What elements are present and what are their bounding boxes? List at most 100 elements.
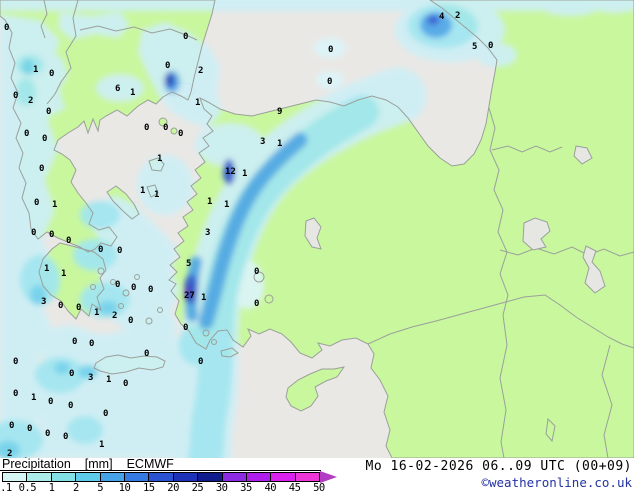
- value-label: 1: [31, 393, 36, 403]
- legend-tick-label: 40: [264, 482, 277, 494]
- value-label: 2: [198, 66, 203, 76]
- legend-tick-label: 25: [191, 482, 204, 494]
- value-label: 0: [183, 32, 188, 42]
- value-label: 0: [144, 123, 149, 133]
- footer-datetime: Mo 16-02-2026 06..09 UTC (00+09): [365, 459, 632, 474]
- value-label: 0: [48, 397, 53, 407]
- value-label: 27: [184, 291, 195, 301]
- value-label: 0: [254, 299, 259, 309]
- value-label: 0: [178, 129, 183, 139]
- value-label: 0: [89, 339, 94, 349]
- legend-tick-label: 45: [288, 482, 301, 494]
- value-label: 0: [327, 77, 332, 87]
- value-label: 0: [63, 432, 68, 442]
- value-label: 6: [115, 84, 120, 94]
- value-label: 0: [39, 164, 44, 174]
- value-label: 0: [31, 228, 36, 238]
- value-label: 0: [198, 357, 203, 367]
- value-label: 2: [112, 311, 117, 321]
- value-label: 0: [98, 245, 103, 255]
- legend-tick-label: 2: [72, 482, 79, 494]
- value-label: 1: [94, 308, 99, 318]
- value-label: 3: [260, 137, 265, 147]
- legend-color-segment: [270, 473, 295, 481]
- legend-color-segment: [50, 473, 76, 481]
- value-label: 1: [52, 200, 57, 210]
- value-label: 5: [186, 259, 191, 269]
- footer-copyright: ©weatheronline.co.uk: [481, 475, 632, 490]
- legend-unit: [mm]: [84, 457, 113, 471]
- legend-color-segment: [123, 473, 149, 481]
- value-label: 0: [13, 91, 18, 101]
- value-label: 1: [130, 88, 135, 98]
- value-label: 1: [277, 139, 282, 149]
- legend-color-segment: [245, 473, 271, 481]
- value-label: 3: [205, 228, 210, 238]
- value-label: 1: [195, 98, 200, 108]
- legend-model: ECMWF: [126, 457, 174, 471]
- value-label: 1: [106, 375, 111, 385]
- value-label: 0: [123, 379, 128, 389]
- legend-color-segment: [221, 473, 246, 481]
- value-label: 0: [9, 421, 14, 431]
- value-label: 0: [27, 424, 32, 434]
- legend-color-segment: [197, 473, 222, 481]
- value-label: 2: [455, 11, 460, 21]
- value-label: 0: [131, 283, 136, 293]
- value-label: 0: [103, 409, 108, 419]
- legend-color-segment: [26, 473, 51, 481]
- precipitation-map: 0 1 0 0 2 0 6 1 0 0 2 1 0 0 9 4 2 5 0 0 0 0 0 1 0 0 0 0 1 1 1 0 0 3 1 12 1 1 1…: [0, 0, 634, 458]
- value-label: 0: [144, 349, 149, 359]
- value-label: 1: [201, 293, 206, 303]
- value-label: 0: [34, 198, 39, 208]
- value-label: 1: [154, 190, 159, 200]
- value-label: 1: [140, 186, 145, 196]
- value-label: 1: [242, 169, 247, 179]
- legend-tick-label: 35: [240, 482, 252, 494]
- value-label: 0: [128, 316, 133, 326]
- value-label: 5: [472, 42, 477, 52]
- value-label: 1: [33, 65, 38, 75]
- value-label: 2: [28, 96, 33, 106]
- value-label: 0: [183, 323, 188, 333]
- value-label: 3: [88, 373, 93, 383]
- value-label: 1: [44, 264, 49, 274]
- value-label: 0: [45, 429, 50, 439]
- legend-underline: [0, 470, 321, 471]
- value-label: 12: [225, 167, 236, 177]
- legend-title: Precipitation: [2, 457, 71, 471]
- legend-tick-label: 0.5: [18, 482, 37, 494]
- legend-colorbar: [2, 472, 320, 482]
- value-label: 0: [42, 134, 47, 144]
- value-label: 0: [66, 236, 71, 246]
- value-label: 1: [157, 154, 162, 164]
- value-label: 0: [46, 107, 51, 117]
- legend-color-segment: [172, 473, 198, 481]
- value-label: 0: [328, 45, 333, 55]
- legend-bar: Precipitation [mm] ECMWF 0.10.5125101520…: [0, 457, 634, 494]
- value-label: 0: [13, 389, 18, 399]
- value-label: 0: [49, 230, 54, 240]
- value-label: 1: [224, 200, 229, 210]
- value-label: 9: [277, 107, 282, 117]
- value-label: 0: [488, 41, 493, 51]
- value-label: 0: [148, 285, 153, 295]
- value-label: 0: [49, 69, 54, 79]
- legend-tick-label: 20: [167, 482, 179, 494]
- value-label: 0: [4, 23, 9, 33]
- value-label: 0: [13, 357, 18, 367]
- legend-tick-label: 1: [48, 482, 55, 494]
- value-label: 0: [165, 61, 170, 71]
- value-label: 0: [163, 123, 168, 133]
- value-label: 0: [115, 280, 120, 290]
- value-label: 3: [41, 297, 46, 307]
- legend-tick-label: 10: [118, 482, 131, 494]
- legend-color-segment: [294, 473, 320, 481]
- legend-color-segment: [3, 473, 27, 481]
- value-label: 0: [254, 267, 259, 277]
- legend-color-segment: [99, 473, 124, 481]
- legend-tick-label: 50: [313, 482, 325, 494]
- value-label: 0: [69, 369, 74, 379]
- legend-color-segment: [75, 473, 100, 481]
- value-label: 0: [76, 303, 81, 313]
